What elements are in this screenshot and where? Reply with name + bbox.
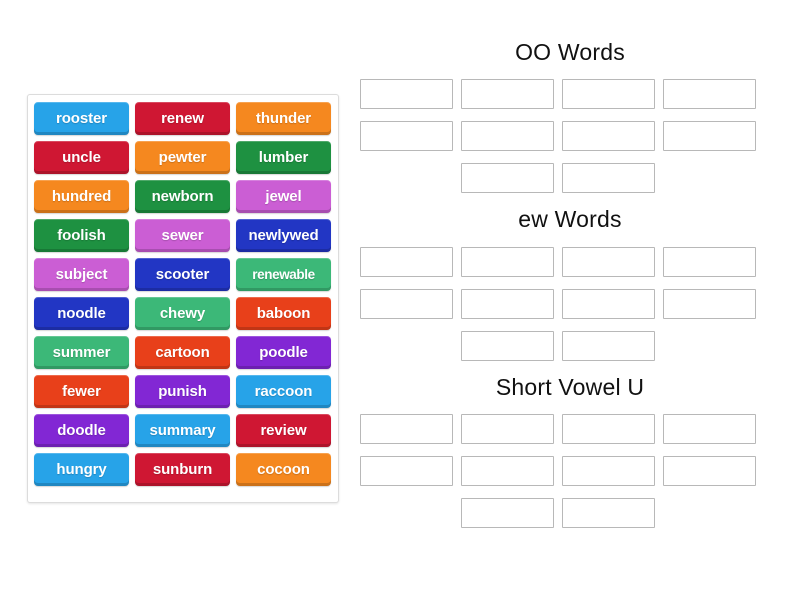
drop-slot[interactable] <box>360 455 453 486</box>
drop-slot[interactable] <box>461 413 554 444</box>
drop-slot[interactable] <box>562 288 655 319</box>
drop-slot[interactable] <box>663 121 756 152</box>
word-tile[interactable]: jewel <box>236 180 331 213</box>
drop-slot[interactable] <box>562 163 655 194</box>
drop-slot-row <box>360 246 780 277</box>
drop-slot-row <box>360 79 780 110</box>
drop-slot[interactable] <box>562 455 655 486</box>
word-tile[interactable]: doodle <box>34 414 129 447</box>
word-tile[interactable]: punish <box>135 375 230 408</box>
activity-canvas: rooster renew thunder uncle pewter lumber hund… <box>0 0 800 600</box>
category-title: Short Vowel U <box>495 373 645 400</box>
word-tile[interactable]: hungry <box>34 453 129 486</box>
drop-slot[interactable] <box>562 79 655 110</box>
drop-slot[interactable] <box>461 497 554 528</box>
drop-slot[interactable] <box>360 288 453 319</box>
word-tile[interactable]: newlywed <box>236 219 331 252</box>
drop-slot-row <box>360 121 780 152</box>
drop-slot[interactable] <box>461 330 554 361</box>
category-group: Short Vowel U <box>360 373 780 528</box>
drop-slot-row <box>461 163 780 194</box>
word-tile[interactable]: subject <box>34 258 129 291</box>
word-tile[interactable]: lumber <box>236 141 331 174</box>
drop-slot[interactable] <box>461 79 554 110</box>
drop-slot-row <box>360 288 780 319</box>
drop-slot[interactable] <box>663 288 756 319</box>
drop-slot[interactable] <box>562 121 655 152</box>
drop-slot[interactable] <box>360 79 453 110</box>
word-tile[interactable]: noodle <box>34 297 129 330</box>
word-tile[interactable]: rooster <box>34 102 129 135</box>
drop-slot[interactable] <box>360 413 453 444</box>
word-tile[interactable]: poodle <box>236 336 331 369</box>
word-tile[interactable]: uncle <box>34 141 129 174</box>
word-tile[interactable]: sunburn <box>135 453 230 486</box>
drop-slot-rows <box>360 79 780 194</box>
category-title: OO Words <box>515 39 625 65</box>
drop-slot[interactable] <box>461 121 554 152</box>
word-tile[interactable]: raccoon <box>236 375 331 408</box>
word-tile[interactable]: foolish <box>34 219 129 252</box>
drop-slot[interactable] <box>562 330 655 361</box>
word-tile[interactable]: pewter <box>135 141 230 174</box>
category-group: ew Words <box>360 206 780 361</box>
drop-slot[interactable] <box>461 288 554 319</box>
word-tile[interactable]: thunder <box>236 102 331 135</box>
drop-slot[interactable] <box>562 413 655 444</box>
drop-slot[interactable] <box>562 497 655 528</box>
drop-slot[interactable] <box>360 246 453 277</box>
category-title: ew Words <box>518 206 622 233</box>
drop-slot-row <box>461 497 780 528</box>
word-tile[interactable]: cartoon <box>135 336 230 369</box>
word-tile[interactable]: renew <box>135 102 230 135</box>
word-tile[interactable]: baboon <box>236 297 331 330</box>
drop-slot-row <box>360 455 780 486</box>
drop-slot[interactable] <box>360 121 453 152</box>
drop-slot[interactable] <box>461 246 554 277</box>
word-tile[interactable]: fewer <box>34 375 129 408</box>
word-tile-grid: rooster renew thunder uncle pewter lumber hund… <box>34 102 338 486</box>
word-tile[interactable]: newborn <box>135 180 230 213</box>
word-tile[interactable]: summer <box>34 336 129 369</box>
drop-slot[interactable] <box>663 246 756 277</box>
word-tile[interactable]: summary <box>135 414 230 447</box>
word-tile[interactable]: cocoon <box>236 453 331 486</box>
word-tile[interactable]: chewy <box>135 297 230 330</box>
drop-slot[interactable] <box>663 413 756 444</box>
word-tile[interactable]: sewer <box>135 219 230 252</box>
drop-slot-row <box>360 413 780 444</box>
word-tile[interactable]: review <box>236 414 331 447</box>
word-tile[interactable]: renewable <box>236 258 331 291</box>
category-group: OO Words <box>360 39 780 194</box>
drop-slot-row <box>461 330 780 361</box>
drop-slot[interactable] <box>461 455 554 486</box>
category-column: OO Words ew Words Short Vowel U <box>360 39 780 542</box>
drop-slot-rows <box>360 246 780 361</box>
drop-slot[interactable] <box>663 79 756 110</box>
drop-slot[interactable] <box>461 163 554 194</box>
word-tile[interactable]: hundred <box>34 180 129 213</box>
drop-slot[interactable] <box>562 246 655 277</box>
drop-slot-rows <box>360 413 780 528</box>
drop-slot[interactable] <box>663 455 756 486</box>
word-tile[interactable]: scooter <box>135 258 230 291</box>
word-bank-panel: rooster renew thunder uncle pewter lumber hund… <box>27 94 339 503</box>
